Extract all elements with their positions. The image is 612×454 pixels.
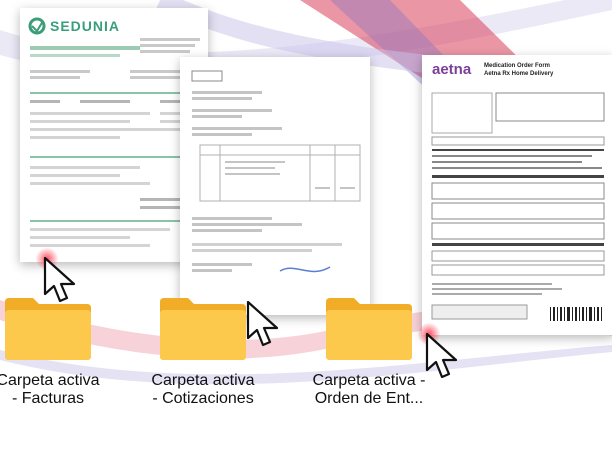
folder-icon[interactable] bbox=[5, 298, 91, 360]
pointer-cursor-icon bbox=[246, 300, 279, 347]
quotation-document[interactable] bbox=[180, 57, 370, 315]
order-form-subtitle: Aetna Rx Home Delivery bbox=[484, 71, 554, 77]
order-form-brand-logo: aetna bbox=[432, 61, 472, 78]
pointer-cursor-icon bbox=[43, 256, 76, 303]
pointer-cursor-icon bbox=[425, 332, 458, 379]
folder-icon[interactable] bbox=[160, 298, 246, 360]
folder-icon[interactable] bbox=[326, 298, 412, 360]
folder-label-facturas[interactable]: Carpeta activa - Facturas bbox=[0, 372, 103, 408]
folder-label-cotizaciones[interactable]: Carpeta activa - Cotizaciones bbox=[148, 372, 258, 408]
order-form-title: Medication Order Form bbox=[484, 63, 551, 69]
folder-label-orden-de-entrega[interactable]: Carpeta activa - Orden de Ent... bbox=[310, 372, 428, 408]
invoice-brand-logo: SEDUNIA bbox=[50, 18, 121, 34]
order-form-document[interactable]: aetna Medication Order Form Aetna Rx Hom… bbox=[422, 55, 612, 335]
